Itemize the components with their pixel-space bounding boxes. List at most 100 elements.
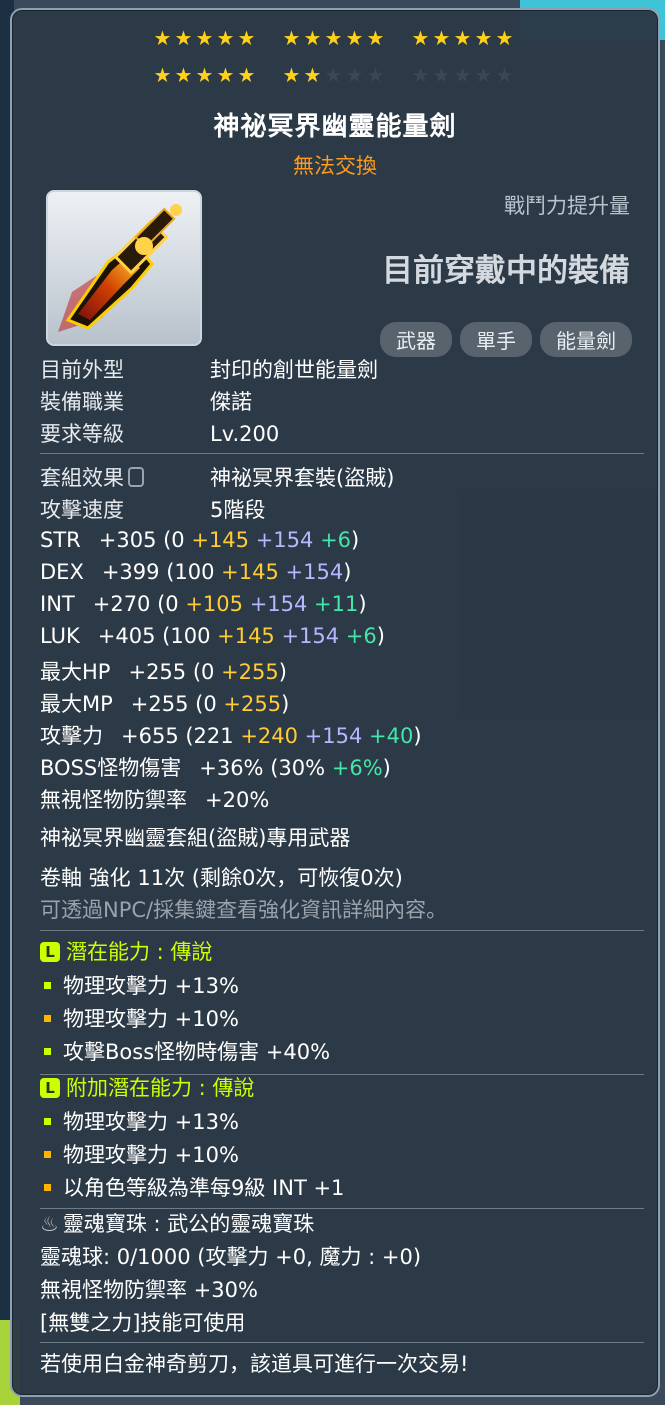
star-filled-icon: ★ bbox=[453, 26, 472, 50]
footer-trade-text: 若使用白金神奇剪刀，該道具可進行一次交易! bbox=[40, 1352, 469, 1376]
stat-part: +6 bbox=[313, 528, 352, 552]
stat-part: +11 bbox=[307, 592, 359, 616]
divider-1 bbox=[40, 453, 644, 454]
stat-total: +36% bbox=[199, 756, 271, 780]
stat-row: LUK +405 (100 +145 +154 +6) bbox=[40, 624, 385, 648]
attack-speed-row: 攻擊速度 5階段 bbox=[40, 494, 265, 524]
tag-weapon: 武器 bbox=[380, 322, 452, 357]
star-empty-icon: ★ bbox=[432, 63, 451, 87]
stat-name: 最大MP bbox=[40, 692, 113, 716]
stat-total: +305 bbox=[98, 528, 164, 552]
stat-part: +154 bbox=[243, 592, 308, 616]
divider-5 bbox=[40, 1342, 644, 1343]
star-filled-icon: ★ bbox=[366, 26, 385, 50]
scroll-hint-text: 可透過NPC/採集鍵查看強化資訊詳細內容。 bbox=[40, 898, 448, 922]
star-filled-icon: ★ bbox=[174, 26, 193, 50]
potential-title: 潛在能力 : 傳說 bbox=[66, 940, 213, 964]
stat-part: +105 bbox=[178, 592, 244, 616]
required-level-value: Lv.200 bbox=[210, 422, 280, 446]
stat-part: (0 bbox=[192, 660, 215, 684]
potential-text: 以角色等級為準每9級 INT +1 bbox=[63, 1176, 345, 1200]
stat-part: ) bbox=[281, 692, 290, 716]
potential-line: 以角色等級為準每9級 INT +1 bbox=[40, 1172, 344, 1202]
appearance-row: 目前外型 封印的創世能量劍 bbox=[40, 354, 378, 384]
item-tags: 武器 單手 能量劍 bbox=[380, 322, 632, 357]
star-filled-icon: ★ bbox=[324, 26, 343, 50]
stat-row: DEX +399 (100 +145 +154) bbox=[40, 560, 351, 584]
stat-part: +154 bbox=[274, 624, 340, 648]
item-tooltip: ★ ★ ★ ★ ★ ★ ★ ★ ★ ★ ★ ★ ★ ★ ★ ★ ★ ★ ★ ★ ★ ★ ★ ★ ★ ★ ★ ★ ★ ★ 神祕冥界幽靈能量… bbox=[10, 8, 660, 1397]
stat-part: +240 bbox=[233, 724, 298, 748]
stat-part: ) bbox=[376, 624, 385, 648]
set-effect-row: 套組效果 神祕冥界套裝(盜賊) bbox=[40, 462, 394, 492]
star-empty-icon: ★ bbox=[345, 63, 364, 87]
stat-part: ) bbox=[413, 724, 422, 748]
stat-part: +154 bbox=[249, 528, 314, 552]
stat-part: +255 bbox=[214, 660, 279, 684]
potential-line: 物理攻擊力 +10% bbox=[40, 1003, 239, 1033]
star-empty-icon: ★ bbox=[453, 63, 472, 87]
stat-total: +20% bbox=[205, 788, 270, 812]
stat-total: +399 bbox=[101, 560, 167, 584]
stat-part: +145 bbox=[214, 560, 279, 584]
job-value: 傑諾 bbox=[210, 390, 252, 414]
star-filled-icon: ★ bbox=[153, 63, 172, 87]
star-filled-icon: ★ bbox=[303, 63, 322, 87]
star-empty-icon: ★ bbox=[366, 63, 385, 87]
star-filled-icon: ★ bbox=[432, 26, 451, 50]
stat-name: DEX bbox=[40, 560, 84, 584]
star-row-1: ★ ★ ★ ★ ★ ★ ★ ★ ★ ★ ★ ★ ★ ★ ★ bbox=[152, 28, 515, 49]
exclusive-weapon-text: 神祕冥界幽靈套組(盜賊)專用武器 bbox=[40, 826, 351, 850]
energy-sword-icon bbox=[58, 204, 182, 332]
stat-total: +655 bbox=[121, 724, 186, 748]
star-filled-icon: ★ bbox=[345, 26, 364, 50]
bullet-icon bbox=[44, 1047, 51, 1055]
attack-speed-value: 5階段 bbox=[210, 498, 266, 522]
stat-part: ) bbox=[278, 660, 287, 684]
required-level-label: 要求等級 bbox=[40, 422, 124, 446]
bullet-icon bbox=[44, 1183, 51, 1191]
stat-part: ) bbox=[382, 756, 391, 780]
legendary-badge-icon: L bbox=[40, 942, 60, 962]
potential-line: 攻擊Boss怪物時傷害 +40% bbox=[40, 1036, 330, 1066]
star-filled-icon: ★ bbox=[237, 63, 256, 87]
stat-part: +6% bbox=[325, 756, 383, 780]
appearance-value: 封印的創世能量劍 bbox=[210, 358, 378, 382]
star-empty-icon: ★ bbox=[495, 63, 514, 87]
set-effect-label: 套組效果 bbox=[40, 466, 124, 490]
stat-row: INT +270 (0 +105 +154 +11) bbox=[40, 592, 367, 616]
stat-name: BOSS怪物傷害 bbox=[40, 756, 182, 780]
combat-power-label: 戰鬥力提升量 bbox=[504, 194, 630, 218]
star-filled-icon: ★ bbox=[495, 26, 514, 50]
stat-part: +154 bbox=[298, 724, 363, 748]
stat-name: INT bbox=[40, 592, 75, 616]
potential-text: 物理攻擊力 +13% bbox=[63, 1110, 239, 1134]
appearance-label: 目前外型 bbox=[40, 358, 124, 382]
star-empty-icon: ★ bbox=[324, 63, 343, 87]
soul-title-row: ♨ 靈魂寶珠 : 武公的靈魂寶珠 bbox=[40, 1208, 314, 1238]
stat-row: 攻擊力 +655 (221 +240 +154 +40) bbox=[40, 720, 422, 750]
stat-part: (0 bbox=[163, 528, 185, 552]
star-filled-icon: ★ bbox=[195, 26, 214, 50]
potential-text: 物理攻擊力 +10% bbox=[63, 1143, 239, 1167]
star-row-2: ★ ★ ★ ★ ★ ★ ★ ★ ★ ★ ★ ★ ★ ★ ★ bbox=[152, 65, 515, 86]
star-filled-icon: ★ bbox=[303, 26, 322, 50]
stat-name: 攻擊力 bbox=[40, 724, 103, 748]
potential-line: 物理攻擊力 +10% bbox=[40, 1139, 239, 1169]
stat-part: (30% bbox=[270, 756, 326, 780]
lock-icon bbox=[128, 467, 144, 487]
stat-name: LUK bbox=[40, 624, 80, 648]
bullet-icon bbox=[44, 1150, 51, 1158]
stat-part: ) bbox=[358, 592, 367, 616]
stat-row: 無視怪物防禦率 +20% bbox=[40, 784, 269, 814]
bullet-icon bbox=[44, 981, 51, 989]
item-name: 神祕冥界幽靈能量劍 bbox=[213, 112, 457, 142]
stat-name: STR bbox=[40, 528, 81, 552]
stat-total: +255 bbox=[130, 692, 196, 716]
star-filled-icon: ★ bbox=[474, 26, 493, 50]
star-empty-icon: ★ bbox=[474, 63, 493, 87]
stat-part: +255 bbox=[216, 692, 282, 716]
tag-energy-sword: 能量劍 bbox=[540, 322, 632, 357]
stat-part: (100 bbox=[162, 624, 211, 648]
stat-total: +405 bbox=[97, 624, 163, 648]
